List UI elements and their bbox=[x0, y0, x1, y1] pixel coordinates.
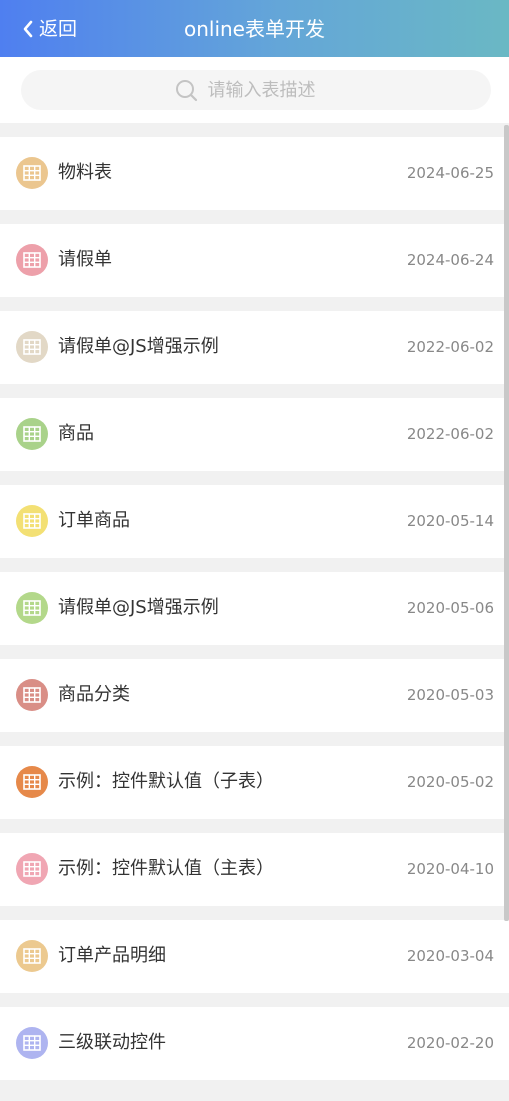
top-nav-bar: 返回 online表单开发 bbox=[0, 0, 509, 57]
item-name: 三级联动控件 bbox=[58, 1032, 166, 1053]
scrollbar[interactable] bbox=[504, 125, 509, 921]
search-box[interactable] bbox=[21, 70, 491, 110]
item-date: 2020-03-04 bbox=[406, 947, 494, 965]
item-date: 2020-05-06 bbox=[406, 599, 494, 617]
table-icon bbox=[16, 331, 48, 363]
item-name: 商品 bbox=[58, 423, 94, 444]
list-item[interactable]: 请假单 2024-06-24 bbox=[0, 224, 509, 297]
list-item[interactable]: 商品 2022-06-02 bbox=[0, 398, 509, 471]
list-item[interactable]: 商品分类 2020-05-03 bbox=[0, 659, 509, 732]
form-list: 物料表 2024-06-25 请假单 2024-06-24 请假单@JS增强示例 2022… bbox=[0, 137, 509, 1094]
item-name: 商品分类 bbox=[58, 684, 130, 705]
table-icon bbox=[16, 418, 48, 450]
item-date: 2022-06-02 bbox=[406, 425, 494, 443]
list-item[interactable]: 三级联动控件 2020-02-20 bbox=[0, 1007, 509, 1080]
list-item[interactable]: 物料表 2024-06-25 bbox=[0, 137, 509, 210]
table-icon bbox=[16, 157, 48, 189]
table-icon bbox=[16, 244, 48, 276]
search-input[interactable] bbox=[207, 79, 338, 101]
item-name: 请假单@JS增强示例 bbox=[58, 597, 219, 618]
item-name: 示例：控件默认值（子表） bbox=[58, 771, 274, 792]
list-item[interactable]: 示例：控件默认值（子表） 2020-05-02 bbox=[0, 746, 509, 819]
table-icon bbox=[16, 592, 48, 624]
item-name: 请假单 bbox=[58, 249, 112, 270]
search-icon bbox=[175, 79, 197, 101]
table-icon bbox=[16, 853, 48, 885]
list-item[interactable]: 示例：控件默认值（主表） 2020-04-10 bbox=[0, 833, 509, 906]
list-item[interactable]: 订单产品明细 2020-03-04 bbox=[0, 920, 509, 993]
item-date: 2024-06-25 bbox=[406, 164, 494, 182]
item-name: 示例：控件默认值（主表） bbox=[58, 858, 274, 879]
list-item[interactable]: 订单商品 2020-05-14 bbox=[0, 485, 509, 558]
item-date: 2020-05-02 bbox=[406, 773, 494, 791]
table-icon bbox=[16, 1027, 48, 1059]
item-date: 2022-06-02 bbox=[406, 338, 494, 356]
item-name: 订单商品 bbox=[58, 510, 130, 531]
table-icon bbox=[16, 940, 48, 972]
item-date: 2020-05-03 bbox=[406, 686, 494, 704]
item-date: 2024-06-24 bbox=[406, 251, 494, 269]
page-title: online表单开发 bbox=[183, 17, 325, 41]
list-item[interactable]: 请假单@JS增强示例 2022-06-02 bbox=[0, 311, 509, 384]
item-date: 2020-04-10 bbox=[406, 860, 494, 878]
list-item[interactable]: 请假单@JS增强示例 2020-05-06 bbox=[0, 572, 509, 645]
search-bar bbox=[0, 57, 509, 123]
item-date: 2020-02-20 bbox=[406, 1034, 494, 1052]
table-icon bbox=[16, 766, 48, 798]
item-name: 物料表 bbox=[58, 162, 112, 183]
item-name: 订单产品明细 bbox=[58, 945, 166, 966]
item-name: 请假单@JS增强示例 bbox=[58, 336, 219, 357]
table-icon bbox=[16, 505, 48, 537]
item-date: 2020-05-14 bbox=[406, 512, 494, 530]
table-icon bbox=[16, 679, 48, 711]
